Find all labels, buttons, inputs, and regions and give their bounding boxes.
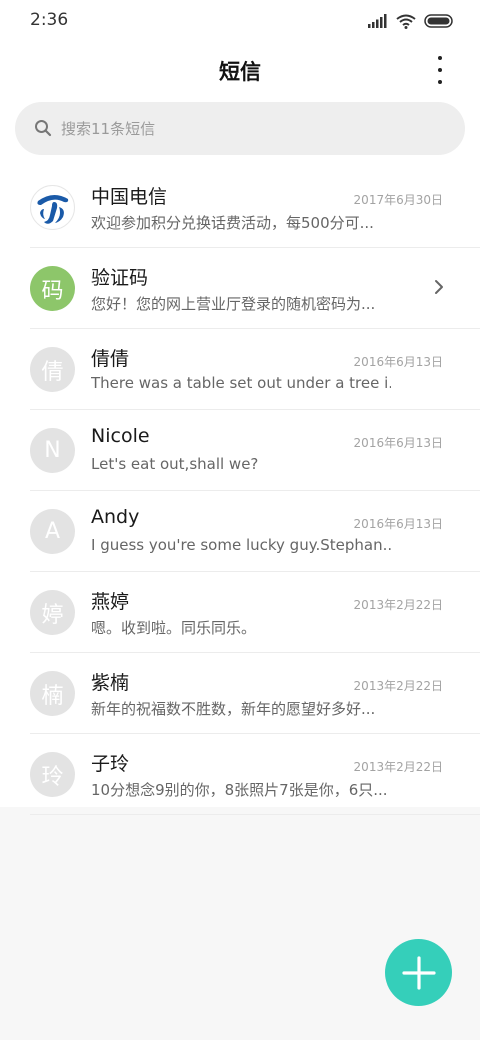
conversation-name: Nicole bbox=[91, 425, 150, 447]
conversation-preview: 10分想念9别的你，8张照片7张是你，6只... bbox=[91, 781, 388, 799]
conversation-item[interactable]: 楠 紫楠 新年的祝福数不胜数，新年的愿望好多好... 2013年2月22日 bbox=[30, 653, 480, 734]
conversation-item[interactable]: N Nicole Let's eat out,shall we? 2016年6月… bbox=[30, 410, 480, 491]
more-vertical-icon bbox=[438, 56, 442, 60]
conversation-name: 燕婷 bbox=[91, 591, 130, 613]
conversation-item[interactable]: 中国电信 欢迎参加积分兑换话费活动，每500分可... 2017年6月30日 bbox=[30, 167, 480, 248]
search-input[interactable] bbox=[61, 102, 441, 155]
more-vertical-icon-dot bbox=[438, 68, 442, 72]
battery-icon bbox=[424, 14, 453, 28]
avatar: N bbox=[30, 428, 75, 473]
conversation-name: Andy bbox=[91, 506, 140, 528]
search-icon bbox=[35, 120, 52, 137]
conversation-name: 倩倩 bbox=[91, 348, 130, 370]
conversation-date: 2017年6月30日 bbox=[353, 193, 443, 207]
conversation-name: 子玲 bbox=[91, 753, 130, 775]
conversation-preview: 您好！您的网上营业厅登录的随机密码为... bbox=[91, 295, 376, 313]
conversation-date: 2013年2月22日 bbox=[353, 760, 443, 774]
china-telecom-logo-icon bbox=[36, 194, 68, 224]
search-bar[interactable] bbox=[15, 102, 465, 155]
avatar: 玲 bbox=[30, 752, 75, 797]
content-background: 2:36 短信 搜索11条短信 中国电信 欢迎参加积分兑换话费活动，每500分可… bbox=[0, 0, 480, 815]
conversation-name: 紫楠 bbox=[91, 672, 130, 694]
status-time: 2:36 bbox=[30, 10, 69, 30]
status-bar: 2:36 bbox=[0, 0, 480, 42]
avatar: 码 bbox=[30, 266, 75, 311]
conversation-name: 验证码 bbox=[91, 267, 149, 289]
conversation-item[interactable]: 码 验证码 您好！您的网上营业厅登录的随机密码为... bbox=[30, 248, 480, 329]
conversation-preview: 嗯。收到啦。同乐同乐。 bbox=[91, 619, 257, 637]
avatar: 倩 bbox=[30, 347, 75, 392]
avatar: A bbox=[30, 509, 75, 554]
new-message-button[interactable] bbox=[385, 939, 452, 1006]
conversation-preview: I guess you're some lucky guy.Stephan... bbox=[91, 536, 391, 554]
conversation-item[interactable]: A Andy I guess you're some lucky guy.Ste… bbox=[30, 491, 480, 572]
avatar: 楠 bbox=[30, 671, 75, 716]
wifi-icon bbox=[396, 14, 416, 29]
conversation-date: 2013年2月22日 bbox=[353, 679, 443, 693]
conversation-preview: Let's eat out,shall we? bbox=[91, 455, 259, 473]
conversation-date: 2013年2月22日 bbox=[353, 598, 443, 612]
more-vertical-icon-dot bbox=[438, 80, 442, 84]
conversation-preview: 欢迎参加积分兑换话费活动，每500分可... bbox=[91, 214, 374, 232]
conversation-name: 中国电信 bbox=[91, 186, 168, 208]
page-title: 短信 bbox=[219, 60, 261, 84]
conversation-preview: There was a table set out under a tree i… bbox=[91, 374, 391, 392]
conversation-date: 2016年6月13日 bbox=[353, 355, 443, 369]
avatar bbox=[30, 185, 75, 230]
signal-icon bbox=[368, 14, 387, 28]
avatar: 婷 bbox=[30, 590, 75, 635]
conversation-date: 2016年6月13日 bbox=[353, 517, 443, 531]
conversation-item[interactable]: 玲 子玲 10分想念9别的你，8张照片7张是你，6只... 2013年2月22日 bbox=[30, 734, 480, 815]
conversation-item[interactable]: 倩 倩倩 There was a table set out under a t… bbox=[30, 329, 480, 410]
conversation-item[interactable]: 婷 燕婷 嗯。收到啦。同乐同乐。 2013年2月22日 bbox=[30, 572, 480, 653]
conversation-list: 中国电信 欢迎参加积分兑换话费活动，每500分可... 2017年6月30日 码… bbox=[0, 167, 480, 815]
status-icons bbox=[368, 12, 454, 30]
more-options-button[interactable] bbox=[426, 54, 454, 84]
plus-icon bbox=[401, 955, 436, 990]
conversation-preview: 新年的祝福数不胜数，新年的愿望好多好... bbox=[91, 700, 376, 718]
conversation-date: 2016年6月13日 bbox=[353, 436, 443, 450]
chevron-right-icon bbox=[435, 280, 443, 294]
header: 短信 bbox=[0, 42, 480, 96]
